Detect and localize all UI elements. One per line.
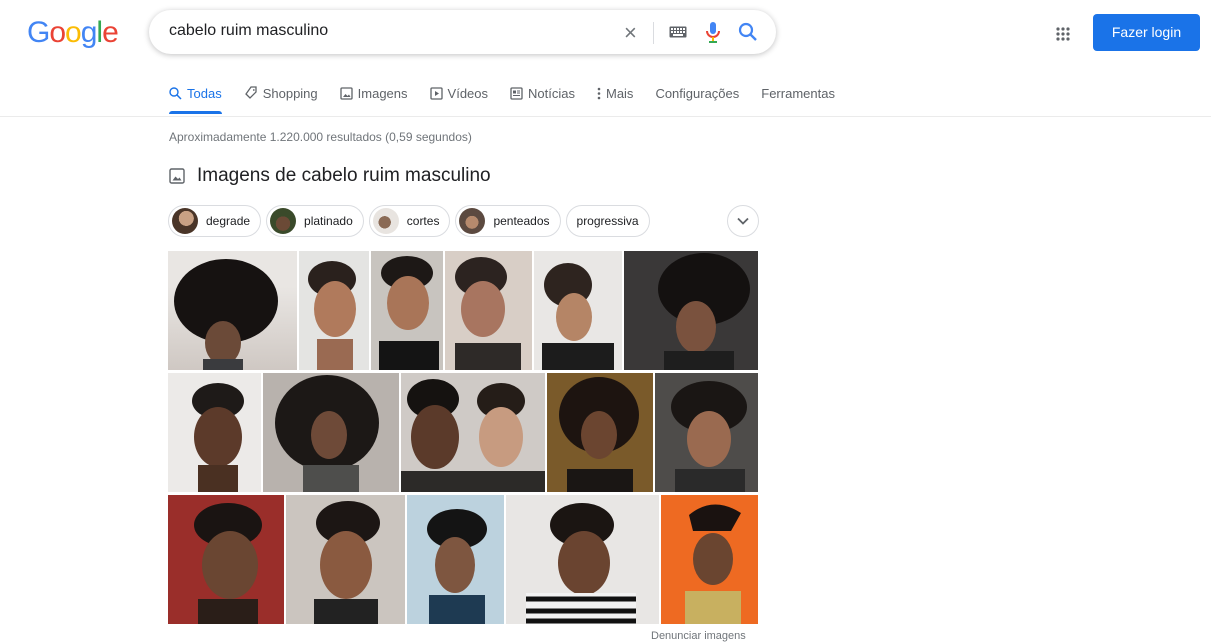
more-vert-icon (597, 87, 601, 100)
result-stats: Aproximadamente 1.220.000 resultados (0,… (169, 130, 472, 144)
chip-progressiva[interactable]: progressiva (565, 205, 650, 237)
image-result[interactable] (624, 251, 758, 370)
chevron-down-icon (737, 212, 749, 230)
apps-grid-icon[interactable] (1056, 27, 1070, 46)
chip-label: degrade (206, 214, 251, 228)
search-icon[interactable] (738, 22, 758, 47)
image-result[interactable] (506, 495, 659, 624)
images-section-heading[interactable]: Imagens de cabelo ruim masculino (169, 165, 491, 187)
logo-letter: e (102, 16, 119, 49)
tab-label: Imagens (357, 85, 408, 101)
chip-thumbnail (270, 208, 297, 234)
image-result[interactable] (263, 373, 399, 492)
chip-thumbnail (372, 208, 399, 234)
play-icon (429, 86, 443, 100)
tab-label: Shopping (262, 85, 318, 101)
tab-noticias[interactable]: Notícias (510, 83, 575, 103)
tab-label: Mais (605, 85, 634, 101)
tab-configuracoes[interactable]: Configurações (655, 83, 739, 103)
google-logo[interactable]: Google (27, 16, 119, 50)
image-result[interactable] (168, 373, 261, 492)
image-result[interactable] (299, 251, 369, 370)
search-tabs: Todas Shopping Imagens Vídeos Notícias M… (169, 83, 857, 117)
search-divider (653, 22, 654, 44)
chip-degrade[interactable]: degrade (168, 205, 262, 237)
image-result[interactable] (661, 495, 758, 624)
image-result[interactable] (445, 251, 532, 370)
images-heading-text: Imagens de cabelo ruim masculino (197, 165, 491, 186)
image-chips: degrade platinado cortes penteados progr… (168, 205, 655, 237)
clear-icon[interactable]: × (624, 20, 637, 46)
chip-label: cortes (406, 214, 440, 228)
tab-label: Ferramentas (761, 85, 835, 101)
tab-label: Todas (187, 85, 222, 101)
image-icon (169, 168, 185, 184)
login-button[interactable]: Fazer login (1093, 14, 1200, 51)
image-result[interactable] (547, 373, 653, 492)
tab-ferramentas[interactable]: Ferramentas (761, 83, 835, 103)
keyboard-icon[interactable] (669, 25, 687, 43)
header-divider (0, 116, 1211, 117)
image-result[interactable] (286, 495, 405, 624)
logo-letter: G (27, 16, 50, 49)
logo-letter: o (49, 16, 66, 49)
chip-thumbnail (172, 208, 198, 234)
image-result[interactable] (371, 251, 443, 370)
search-icon (169, 86, 182, 100)
image-result[interactable] (168, 251, 297, 370)
logo-letter: g (80, 16, 98, 49)
chip-label: progressiva (576, 214, 639, 228)
tab-shopping[interactable]: Shopping (244, 83, 318, 103)
tab-label: Notícias (528, 85, 575, 101)
tab-label: Configurações (655, 85, 740, 101)
tab-label: Vídeos (447, 85, 489, 101)
tab-imagens[interactable]: Imagens (340, 83, 408, 103)
chip-platinado[interactable]: platinado (266, 205, 364, 237)
image-result[interactable] (407, 495, 504, 624)
report-images-link[interactable]: Denunciar imagens (651, 630, 746, 642)
mic-icon[interactable] (705, 21, 721, 50)
search-input[interactable]: cabelo ruim masculino (169, 22, 328, 40)
tag-icon (244, 86, 258, 100)
image-result[interactable] (534, 251, 622, 370)
chip-label: platinado (304, 214, 353, 228)
expand-chips-button[interactable] (727, 205, 759, 237)
tab-todas[interactable]: Todas (169, 83, 222, 114)
image-result[interactable] (655, 373, 758, 492)
chip-thumbnail (459, 208, 486, 234)
tab-mais[interactable]: Mais (597, 83, 633, 103)
chip-label: penteados (493, 214, 550, 228)
logo-letter: o (65, 16, 82, 49)
image-result[interactable] (168, 495, 284, 624)
image-icon (340, 86, 353, 100)
image-result[interactable] (401, 373, 545, 492)
chip-cortes[interactable]: cortes (368, 205, 451, 237)
news-icon (510, 86, 523, 100)
search-box: cabelo ruim masculino × (149, 10, 776, 54)
chip-penteados[interactable]: penteados (455, 205, 561, 237)
tab-videos[interactable]: Vídeos (429, 83, 489, 103)
